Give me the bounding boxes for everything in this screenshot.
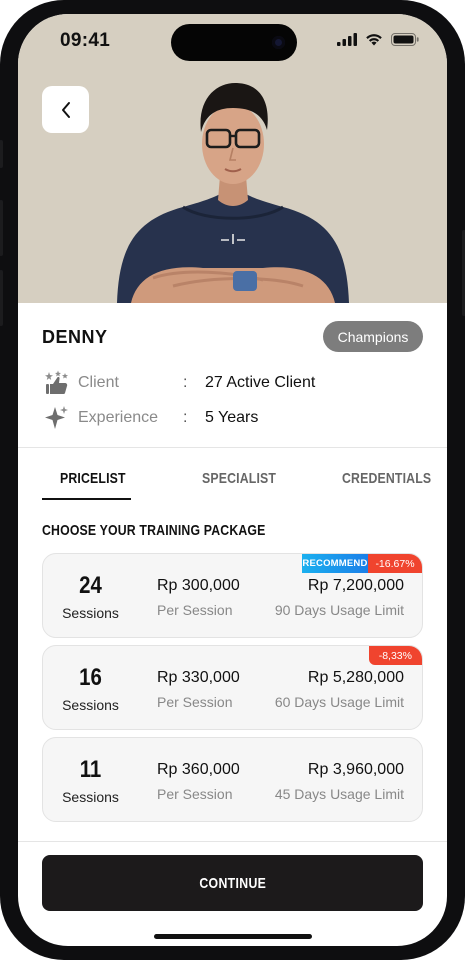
mute-switch	[0, 140, 3, 168]
usage-limit: 60 Days Usage Limit	[274, 694, 404, 710]
battery-icon	[391, 33, 419, 46]
section-title: CHOOSE YOUR TRAINING PACKAGE	[42, 522, 266, 539]
client-separator: :	[183, 374, 188, 391]
price-note: Per Session	[157, 786, 233, 802]
profile-divider	[18, 447, 447, 448]
recommend-tag: RECOMMEND	[302, 554, 368, 573]
status-icons	[337, 33, 419, 46]
screen: 09:41 DENNY Champions Client: 27 Active…	[18, 14, 447, 946]
session-count: 24	[79, 572, 102, 599]
active-tab-indicator	[42, 498, 131, 500]
client-row: Client : 27 Active Client	[42, 368, 315, 398]
price-note: Per Session	[157, 694, 233, 710]
wifi-icon	[366, 34, 382, 46]
tab-specialist[interactable]: SPECIALIST	[202, 470, 276, 487]
footer-divider	[18, 841, 447, 842]
session-count: 11	[79, 756, 102, 783]
session-unit: Sessions	[62, 789, 119, 805]
session-unit: Sessions	[62, 605, 119, 621]
session-unit: Sessions	[62, 697, 119, 713]
session-count: 16	[79, 664, 102, 691]
back-button[interactable]	[42, 86, 89, 133]
dynamic-island	[171, 24, 297, 61]
package-card[interactable]: RECOMMEND -16.67% 24 Sessions Rp 300,000…	[42, 553, 423, 638]
sparkle-icon	[42, 403, 72, 433]
signal-icon	[337, 33, 357, 46]
trainer-hero: 09:41	[18, 14, 447, 303]
usage-limit: 45 Days Usage Limit	[274, 786, 404, 802]
discount-tag: -8,33%	[368, 646, 422, 665]
package-card[interactable]: -8,33% 16 Sessions Rp 330,000 Per Sessio…	[42, 645, 423, 730]
thumbs-up-stars-icon	[42, 368, 72, 398]
continue-button[interactable]: CONTINUE	[42, 855, 423, 911]
volume-down-button	[0, 270, 3, 326]
price-note: Per Session	[157, 602, 233, 618]
client-value: 27 Active Client	[205, 374, 316, 391]
trainer-photo	[117, 82, 349, 303]
client-label: Client	[78, 374, 119, 391]
rank-badge: Champions	[323, 321, 423, 352]
package-card[interactable]: 11 Sessions Rp 360,000 Per Session Rp 3,…	[42, 737, 423, 822]
home-indicator	[154, 934, 312, 939]
total-price: Rp 5,280,000	[307, 669, 404, 686]
status-time: 09:41	[60, 30, 111, 51]
usage-limit: 90 Days Usage Limit	[274, 602, 404, 618]
trainer-name: DENNY	[42, 327, 108, 347]
camera-icon	[272, 36, 285, 49]
phone-frame: 09:41 DENNY Champions Client: 27 Active…	[0, 0, 465, 960]
experience-separator: :	[183, 409, 188, 426]
tab-pricelist[interactable]: PRICELIST	[60, 470, 126, 487]
back-chevron-icon	[61, 101, 70, 118]
discount-tag: -16.67%	[368, 554, 422, 573]
total-price: Rp 3,960,000	[307, 761, 404, 778]
tab-credentials[interactable]: CREDENTIALS	[342, 470, 431, 487]
price-per-session: Rp 330,000	[157, 669, 240, 686]
experience-label: Experience	[78, 409, 159, 426]
total-price: Rp 7,200,000	[307, 577, 404, 594]
experience-row: Experience : 5 Years	[42, 403, 258, 433]
experience-value: 5 Years	[205, 409, 259, 426]
price-per-session: Rp 360,000	[157, 761, 240, 778]
volume-up-button	[0, 200, 3, 256]
continue-label: CONTINUE	[199, 874, 266, 892]
price-per-session: Rp 300,000	[157, 577, 240, 594]
